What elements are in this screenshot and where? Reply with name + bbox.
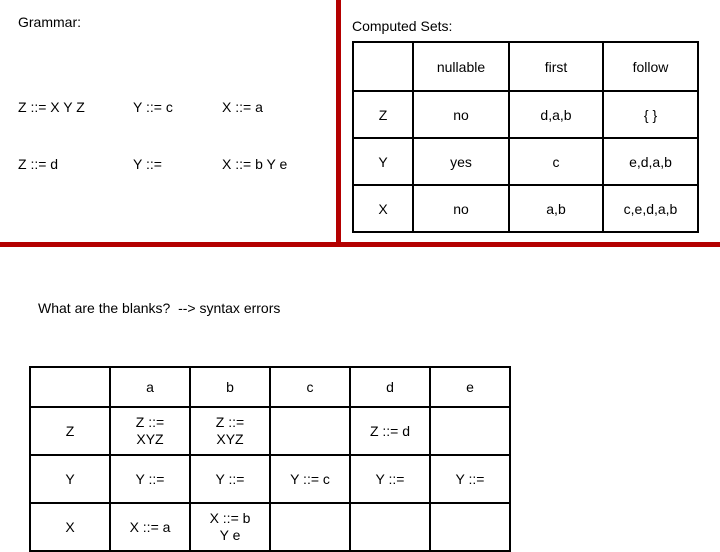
parse-cell: [269, 406, 351, 456]
table-header-row: nullable first follow: [352, 41, 699, 92]
parse-cell: [349, 502, 431, 552]
table-row: Y Y ::= Y ::= Y ::= c Y ::= Y ::=: [29, 454, 511, 504]
computed-row-symbol: Y: [352, 137, 414, 186]
computed-cell-follow: c,e,d,a,b: [602, 184, 699, 233]
parse-header-d: d: [349, 366, 431, 408]
parse-header-e: e: [429, 366, 511, 408]
parse-cell: [269, 502, 351, 552]
computed-cell-follow: { }: [602, 90, 699, 139]
table-row: Z no d,a,b { }: [352, 90, 699, 139]
computed-header-first: first: [508, 41, 604, 92]
parse-header-a: a: [109, 366, 191, 408]
parse-header-corner: [29, 366, 111, 408]
parse-cell: Y ::= c: [269, 454, 351, 504]
grammar-rule: Z ::= d: [18, 156, 59, 172]
parse-cell: Z ::= XYZ: [109, 406, 191, 456]
grammar-rule: X ::= b Y e: [222, 156, 288, 172]
computed-row-symbol: Z: [352, 90, 414, 139]
parse-cell: Y ::=: [429, 454, 511, 504]
grammar-rule: Y ::=: [133, 156, 162, 172]
parse-cell: Y ::=: [349, 454, 431, 504]
computed-cell-first: a,b: [508, 184, 604, 233]
computed-cell-follow: e,d,a,b: [602, 137, 699, 186]
parse-cell: Y ::=: [109, 454, 191, 504]
parse-row-symbol: X: [29, 502, 111, 552]
grammar-rule: Z ::= X Y Z: [18, 99, 85, 115]
parse-table: a b c d e Z Z ::= XYZ Z ::= XYZ Z ::= d Y …: [29, 366, 511, 552]
table-row: X X ::= a X ::= bY e: [29, 502, 511, 552]
computed-header-corner: [352, 41, 414, 92]
parse-cell: [429, 406, 511, 456]
computed-cell-first: d,a,b: [508, 90, 604, 139]
table-header-row: a b c d e: [29, 366, 511, 408]
parse-cell: X ::= a: [109, 502, 191, 552]
table-row: X no a,b c,e,d,a,b: [352, 184, 699, 233]
computed-sets-table: nullable first follow Z no d,a,b { } Y y…: [352, 41, 699, 233]
computed-cell-nullable: no: [412, 184, 510, 233]
grammar-column-1: Z ::= X Y Z Z ::= d: [18, 60, 133, 212]
parse-row-symbol: Z: [29, 406, 111, 456]
grammar-label: Grammar:: [18, 14, 81, 30]
computed-cell-nullable: no: [412, 90, 510, 139]
parse-cell: [429, 502, 511, 552]
table-row: Z Z ::= XYZ Z ::= XYZ Z ::= d: [29, 406, 511, 456]
parse-row-symbol: Y: [29, 454, 111, 504]
parse-header-c: c: [269, 366, 351, 408]
parse-cell: Y ::=: [189, 454, 271, 504]
computed-cell-first: c: [508, 137, 604, 186]
table-row: Y yes c e,d,a,b: [352, 137, 699, 186]
parse-cell: Z ::= d: [349, 406, 431, 456]
grammar-rules-block: Z ::= X Y Z Z ::= d Y ::= c Y ::= X ::= …: [18, 60, 342, 212]
parse-header-b: b: [189, 366, 271, 408]
parse-cell: X ::= bY e: [189, 502, 271, 552]
computed-sets-label: Computed Sets:: [352, 18, 453, 34]
computed-cell-nullable: yes: [412, 137, 510, 186]
grammar-column-2: Y ::= c Y ::=: [133, 60, 222, 212]
parse-cell: Z ::= XYZ: [189, 406, 271, 456]
computed-row-symbol: X: [352, 184, 414, 233]
computed-header-nullable: nullable: [412, 41, 510, 92]
grammar-rule: Y ::= c: [133, 99, 173, 115]
grammar-rule: X ::= a: [222, 99, 263, 115]
question-line: What are the blanks? --> syntax errors: [38, 300, 281, 316]
grammar-column-3: X ::= a X ::= b Y e: [222, 60, 342, 212]
computed-header-follow: follow: [602, 41, 699, 92]
red-horizontal-divider: [0, 242, 720, 247]
